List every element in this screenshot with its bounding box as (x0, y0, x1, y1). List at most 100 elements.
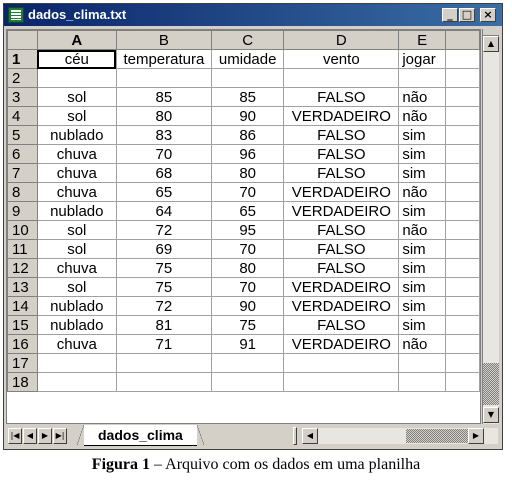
first-sheet-button[interactable]: |◀ (8, 428, 22, 444)
table-cell[interactable]: 70 (211, 277, 285, 297)
row-header[interactable]: 14 (7, 296, 38, 316)
table-cell-empty[interactable] (444, 182, 480, 202)
table-cell[interactable] (398, 353, 446, 373)
row-header[interactable]: 1 (7, 49, 38, 69)
table-cell[interactable]: 80 (115, 106, 213, 126)
table-cell[interactable]: FALSO (283, 220, 400, 240)
row-header[interactable]: 16 (7, 334, 38, 354)
row-header[interactable]: 10 (7, 220, 38, 240)
table-cell[interactable]: VERDADEIRO (283, 182, 400, 202)
row-header[interactable]: 9 (7, 201, 38, 221)
table-cell[interactable]: nublado (36, 315, 117, 335)
table-cell[interactable]: nublado (36, 296, 117, 316)
last-sheet-button[interactable]: ▶| (53, 428, 67, 444)
table-cell[interactable]: 72 (115, 296, 213, 316)
table-cell[interactable]: 70 (115, 144, 213, 164)
table-cell[interactable]: sim (398, 296, 446, 316)
table-cell[interactable]: FALSO (283, 163, 400, 183)
table-cell[interactable]: nublado (36, 201, 117, 221)
table-cell[interactable]: FALSO (283, 315, 400, 335)
row-header[interactable]: 3 (7, 87, 38, 107)
table-cell[interactable]: sim (398, 258, 446, 278)
row-header[interactable]: 5 (7, 125, 38, 145)
table-cell[interactable]: 85 (115, 87, 213, 107)
table-cell-empty[interactable] (444, 315, 480, 335)
table-cell[interactable]: não (398, 220, 446, 240)
row-header[interactable]: 6 (7, 144, 38, 164)
table-cell[interactable] (211, 372, 285, 392)
table-cell[interactable] (115, 353, 213, 373)
table-cell[interactable]: 83 (115, 125, 213, 145)
table-cell[interactable]: chuva (36, 163, 117, 183)
table-cell[interactable]: 96 (211, 144, 285, 164)
table-cell[interactable]: VERDADEIRO (283, 106, 400, 126)
horizontal-split-handle[interactable] (293, 427, 297, 445)
table-cell-empty[interactable] (444, 163, 480, 183)
next-sheet-button[interactable]: ▶ (38, 428, 52, 444)
table-cell[interactable]: FALSO (283, 239, 400, 259)
table-cell[interactable]: sol (36, 106, 117, 126)
table-cell[interactable] (36, 68, 117, 88)
table-cell-empty[interactable] (444, 353, 480, 373)
table-cell[interactable]: jogar (398, 49, 446, 69)
table-cell[interactable]: 75 (115, 258, 213, 278)
table-cell[interactable]: 85 (211, 87, 285, 107)
table-cell[interactable]: 95 (211, 220, 285, 240)
table-cell[interactable]: 90 (211, 296, 285, 316)
table-cell[interactable] (283, 68, 400, 88)
table-cell[interactable]: 80 (211, 258, 285, 278)
table-cell[interactable]: 69 (115, 239, 213, 259)
sheet-tab[interactable]: dados_clima (77, 425, 204, 446)
table-cell[interactable]: 65 (115, 182, 213, 202)
table-cell[interactable]: 80 (211, 163, 285, 183)
table-cell[interactable]: VERDADEIRO (283, 201, 400, 221)
table-cell[interactable]: 81 (115, 315, 213, 335)
row-header[interactable]: 7 (7, 163, 38, 183)
table-cell[interactable] (283, 353, 400, 373)
row-header[interactable]: 17 (7, 353, 38, 373)
row-header[interactable]: 12 (7, 258, 38, 278)
column-header[interactable]: A (36, 30, 117, 50)
scroll-left-button[interactable]: ◀ (302, 428, 318, 444)
table-cell[interactable]: sim (398, 277, 446, 297)
table-cell[interactable]: não (398, 87, 446, 107)
table-cell[interactable]: chuva (36, 182, 117, 202)
table-cell[interactable]: sim (398, 163, 446, 183)
table-cell[interactable]: VERDADEIRO (283, 334, 400, 354)
table-cell[interactable]: FALSO (283, 87, 400, 107)
table-cell[interactable]: sim (398, 125, 446, 145)
table-cell[interactable]: nublado (36, 125, 117, 145)
table-cell[interactable]: 90 (211, 106, 285, 126)
maximize-button[interactable]: □ (459, 8, 475, 22)
table-cell-empty[interactable] (444, 296, 480, 316)
row-header[interactable]: 18 (7, 372, 38, 392)
table-cell-empty[interactable] (444, 144, 480, 164)
table-cell[interactable]: 91 (211, 334, 285, 354)
table-cell[interactable]: sol (36, 277, 117, 297)
table-cell[interactable]: 64 (115, 201, 213, 221)
table-cell[interactable]: sol (36, 220, 117, 240)
row-header[interactable]: 13 (7, 277, 38, 297)
scroll-up-button[interactable]: ▲ (483, 36, 499, 52)
vertical-split-handle[interactable] (483, 29, 499, 36)
table-cell[interactable] (36, 372, 117, 392)
table-cell[interactable]: não (398, 106, 446, 126)
table-cell-empty[interactable] (444, 68, 480, 88)
scroll-down-button[interactable]: ▼ (483, 407, 499, 423)
table-cell[interactable]: VERDADEIRO (283, 296, 400, 316)
table-cell[interactable]: FALSO (283, 125, 400, 145)
table-cell[interactable]: 75 (211, 315, 285, 335)
table-cell[interactable]: 71 (115, 334, 213, 354)
minimize-button[interactable]: _ (442, 8, 458, 22)
table-cell[interactable]: FALSO (283, 258, 400, 278)
table-cell[interactable]: 75 (115, 277, 213, 297)
vertical-scrollbar[interactable]: ▲ ▼ (482, 29, 499, 424)
table-cell[interactable]: chuva (36, 334, 117, 354)
row-header[interactable]: 2 (7, 68, 38, 88)
column-header[interactable]: B (115, 30, 213, 50)
table-cell-empty[interactable] (444, 372, 480, 392)
row-header[interactable]: 8 (7, 182, 38, 202)
table-cell[interactable] (398, 68, 446, 88)
vertical-scroll-thumb[interactable] (483, 363, 499, 405)
table-cell-empty[interactable] (444, 239, 480, 259)
